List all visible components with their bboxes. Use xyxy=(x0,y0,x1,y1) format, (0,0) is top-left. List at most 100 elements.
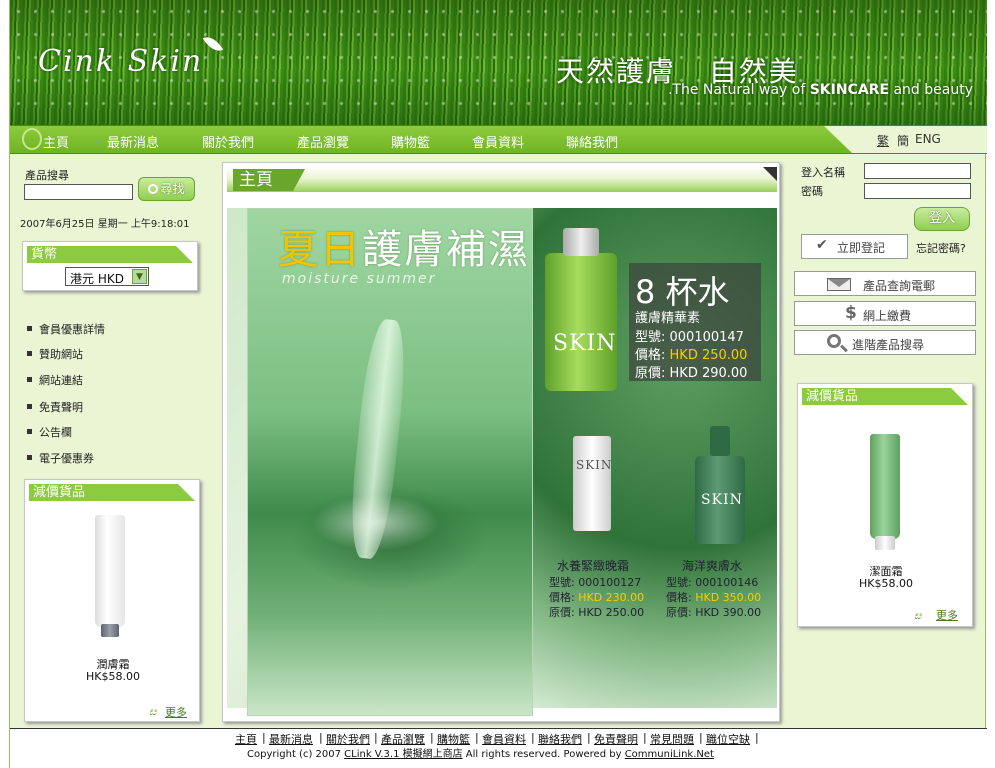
main-content: 主頁 夏日護膚補濕系列 moisture summer SKIN 8 杯水 護膚… xyxy=(222,162,780,722)
register-label: 立即登記 xyxy=(837,241,886,255)
right-sale-box: 減價貨品 潔面霜 HK$58.00 ೞ 更多 xyxy=(797,383,973,627)
item1-name[interactable]: 水養緊緻晚霜 xyxy=(557,557,629,574)
lang-traditional[interactable]: 繁 xyxy=(877,132,889,149)
link-e-coupon[interactable]: 電子優惠券 xyxy=(39,450,94,466)
bullet-icon xyxy=(27,429,32,434)
currency-title: 貨幣 xyxy=(27,246,193,263)
search-button[interactable]: 尋找 xyxy=(138,177,195,201)
footer-separator: | xyxy=(319,731,323,744)
cleanser-cap xyxy=(875,536,895,550)
dollar-icon: $ xyxy=(845,303,857,323)
nav-contact[interactable]: 聯絡我們 xyxy=(566,132,618,151)
login-name-input[interactable] xyxy=(864,163,971,179)
password-label: 密碼 xyxy=(801,185,823,198)
currency-box: 貨幣 港元 HKD ▼ xyxy=(22,241,198,291)
leaf-swirl-icon xyxy=(22,128,42,150)
nav-about[interactable]: 關於我們 xyxy=(202,132,254,151)
slogan-english: .The Natural way of SKINCARE and beauty xyxy=(667,82,973,98)
bullet-icon xyxy=(27,377,32,382)
footer-separator: | xyxy=(531,731,535,744)
left-sale-box: 減價貨品 潤膚霜 HK$58.00 ೞ 更多 xyxy=(24,479,200,722)
nav-member[interactable]: 會員資料 xyxy=(472,132,524,151)
link-member-offers[interactable]: 會員優惠詳情 xyxy=(39,321,105,337)
water-splash-image: 夏日護膚補濕系列 moisture summer xyxy=(247,208,612,716)
nav-news[interactable]: 最新消息 xyxy=(107,132,159,151)
communilink-link[interactable]: CommuniLink.Net xyxy=(625,749,714,760)
bottle-label: SKIN xyxy=(553,331,617,356)
content-header: 主頁 xyxy=(227,167,777,192)
chevron-down-icon: ▼ xyxy=(132,269,147,284)
search-icon xyxy=(148,184,159,194)
left-sale-title: 減價貨品 xyxy=(29,484,195,501)
item2-name[interactable]: 海洋爽膚水 xyxy=(682,557,742,574)
promo-subtitle: moisture summer xyxy=(282,271,437,287)
footer-separator: | xyxy=(755,731,759,744)
language-area: 繁 簡 ENG xyxy=(852,126,987,153)
login-button[interactable]: 登入 xyxy=(914,207,970,231)
more-swirl-icon: ೞ xyxy=(149,705,157,718)
tube-label: SKIN xyxy=(576,458,613,472)
left-sale-product-price: HK$58.00 xyxy=(86,670,140,683)
clink-link[interactable]: CLink V.3.1 模擬網上商店 xyxy=(344,749,462,760)
current-datetime: 2007年6月25日 星期一 上午9:18:01 xyxy=(20,219,190,230)
lang-english[interactable]: ENG xyxy=(915,132,941,146)
featured-info-panel: 8 杯水 護膚精華素 型號: 000100147 價格: HKD 250.00 … xyxy=(629,263,761,381)
tube-cap xyxy=(101,624,119,637)
product-search-input[interactable] xyxy=(24,184,133,200)
featured-price: 價格: HKD 250.00 xyxy=(635,348,748,363)
left-more-link[interactable]: 更多 xyxy=(165,704,187,720)
item1-original-price: 原價: HKD 250.00 xyxy=(549,606,645,619)
item1-price: 價格: HKD 230.00 xyxy=(549,591,645,604)
toner-cap xyxy=(710,426,730,456)
site-logo[interactable]: Cink Skin xyxy=(38,44,203,79)
bullet-icon xyxy=(27,326,32,331)
link-sponsors[interactable]: 贊助網站 xyxy=(39,346,83,362)
lotion-tube-image[interactable] xyxy=(95,515,125,627)
featured-original-price: 原價: HKD 290.00 xyxy=(635,366,748,381)
bullet-icon xyxy=(27,455,32,460)
link-website-links[interactable]: 網站連結 xyxy=(39,372,83,388)
night-cream-tube-image[interactable]: SKIN xyxy=(573,436,611,531)
link-notice-board[interactable]: 公告欄 xyxy=(39,424,72,440)
header-banner: Cink Skin 天然護膚 自然美 .The Natural way of S… xyxy=(10,0,987,125)
product-inquiry-email-label: 產品查詢電郵 xyxy=(863,279,936,293)
lang-simplified[interactable]: 簡 xyxy=(897,132,909,149)
cleanser-tube-image[interactable] xyxy=(870,434,900,539)
footer-separator: | xyxy=(374,731,378,744)
password-input[interactable] xyxy=(864,183,971,199)
corner-fold xyxy=(763,167,777,181)
toner-label: SKIN xyxy=(701,492,743,508)
footer-separator: | xyxy=(587,731,591,744)
bottle-cap xyxy=(563,228,599,256)
product-search-label: 產品搜尋 xyxy=(25,169,69,182)
currency-select[interactable]: 港元 HKD ▼ xyxy=(65,267,149,286)
register-button[interactable]: ✔ 立即登記 xyxy=(801,234,908,259)
footer: 主頁 | 最新消息 | 關於我們 | 產品瀏覽 | 購物籃 | 會員資料 | 聯… xyxy=(10,728,987,768)
footer-separator: | xyxy=(430,731,434,744)
footer-separator: | xyxy=(699,731,703,744)
promo-banner[interactable]: 夏日護膚補濕系列 moisture summer SKIN 8 杯水 護膚精華素… xyxy=(227,208,777,716)
footer-separator: | xyxy=(643,731,647,744)
checkmark-icon: ✔ xyxy=(816,237,828,253)
online-payment-label: 網上繳費 xyxy=(863,309,912,323)
currency-selected-value: 港元 HKD xyxy=(70,272,124,286)
right-more-link[interactable]: 更多 xyxy=(936,607,958,623)
magnifier-icon xyxy=(827,334,841,348)
bullet-icon xyxy=(27,404,32,409)
toner-bottle-image[interactable]: SKIN xyxy=(695,456,745,544)
page-frame: Cink Skin 天然護膚 自然美 .The Natural way of S… xyxy=(9,0,987,768)
main-nav: 主頁 最新消息 關於我們 產品瀏覽 購物籃 會員資料 聯絡我們 繁 簡 ENG xyxy=(10,125,987,154)
item2-original-price: 原價: HKD 390.00 xyxy=(666,606,762,619)
online-payment-button[interactable]: $ 網上繳費 xyxy=(794,301,976,326)
nav-home[interactable]: 主頁 xyxy=(43,132,69,151)
nav-products[interactable]: 產品瀏覽 xyxy=(297,132,349,151)
nav-cart[interactable]: 購物籃 xyxy=(391,132,430,151)
forgot-password-link[interactable]: 忘記密碼? xyxy=(916,240,966,256)
right-sale-title: 減價貨品 xyxy=(802,388,968,405)
envelope-icon xyxy=(827,278,851,291)
link-disclaimer[interactable]: 免責聲明 xyxy=(39,399,83,415)
essence-bottle-image[interactable]: SKIN xyxy=(545,253,617,391)
item2-model: 型號: 000100146 xyxy=(666,576,759,589)
product-inquiry-email-button[interactable]: 產品查詢電郵 xyxy=(794,271,976,296)
advanced-search-button[interactable]: 進階產品搜尋 xyxy=(794,330,976,355)
